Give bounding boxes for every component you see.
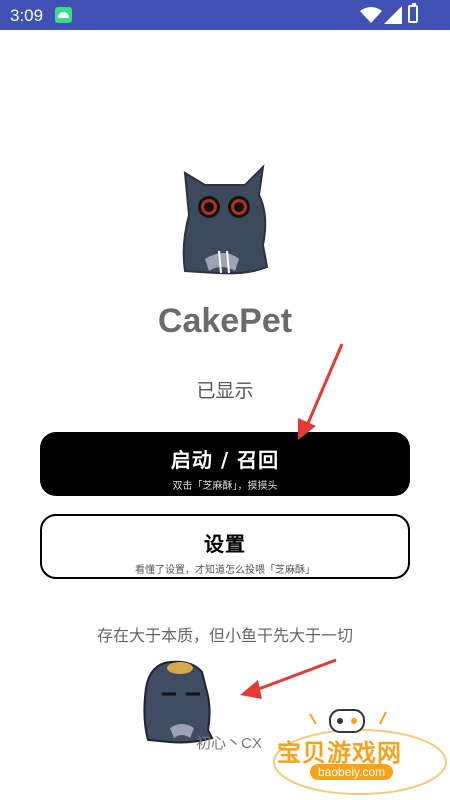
android-icon xyxy=(55,7,72,23)
motto-text: 存在大于本质，但小鱼干先大于一切 xyxy=(96,626,353,645)
battery-icon xyxy=(408,3,418,23)
app-title: CakePet xyxy=(157,302,293,340)
settings-label: 设置 xyxy=(204,532,246,556)
signal-icon xyxy=(384,6,402,24)
status-time: 3:09 xyxy=(10,6,44,25)
wifi-icon xyxy=(360,7,382,23)
display-status: 已显示 xyxy=(196,380,254,402)
author-credit: 初心丶CX xyxy=(196,735,262,752)
start-recall-label: 启动 / 召回 xyxy=(170,448,280,472)
settings-hint: 看懂了设置，才知道怎么投喂「芝麻酥」 xyxy=(135,565,315,576)
settings-button[interactable]: 设置 看懂了设置，才知道怎么投喂「芝麻酥」 xyxy=(40,514,410,579)
watermark-text: 宝贝游戏网 xyxy=(277,739,402,767)
start-recall-button[interactable]: 启动 / 召回 双击「芝麻酥」，摸摸头 xyxy=(40,432,410,496)
watermark-url: baobeiy.com xyxy=(310,764,394,780)
start-recall-hint: 双击「芝麻酥」，摸摸头 xyxy=(172,481,278,492)
cat-icon xyxy=(182,164,269,275)
status-bar: 3:09 xyxy=(0,0,450,30)
